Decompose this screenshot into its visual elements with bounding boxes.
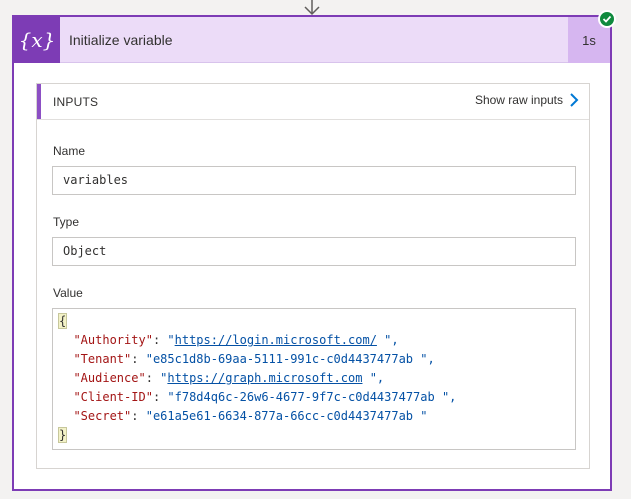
json-close-quote: ",	[413, 352, 435, 366]
json-open-brace: {	[57, 313, 68, 329]
json-key: "Client-ID"	[73, 390, 153, 404]
value-field[interactable]: { "Authority": "https://login.microsoft.…	[52, 308, 576, 450]
json-entry: "Secret": "e61a5e61-6634-877a-66cc-c0d44…	[59, 407, 569, 426]
inputs-title: INPUTS	[53, 95, 99, 109]
json-url-link[interactable]: https://graph.microsoft.com	[167, 371, 362, 385]
json-separator: :	[131, 352, 146, 366]
json-value: e85c1d8b-69aa-5111-991c-c0d4437477ab	[152, 352, 414, 366]
json-separator: :	[152, 390, 168, 404]
json-entry: "Audience": "https://graph.microsoft.com…	[59, 369, 569, 388]
json-close-quote: "	[413, 409, 428, 423]
json-entry: "Client-ID": "f78d4q6c-26w6-4677-9f7c-c0…	[59, 388, 569, 407]
json-open-quote: "	[145, 352, 153, 366]
success-check-icon	[598, 10, 616, 28]
flow-connector-arrow-icon	[304, 0, 320, 16]
name-label: Name	[53, 144, 86, 158]
action-card: {𝑥} Initialize variable 1s INPUTS Show r…	[12, 15, 612, 491]
type-field[interactable]: Object	[52, 237, 576, 266]
variable-icon: {𝑥}	[14, 17, 60, 63]
json-open-quote: "	[167, 390, 175, 404]
name-field[interactable]: variables	[52, 166, 576, 195]
action-title: Initialize variable	[69, 32, 173, 48]
json-key: "Authority"	[73, 333, 153, 347]
json-entries: "Authority": "https://login.microsoft.co…	[59, 331, 569, 426]
chevron-right-icon	[570, 93, 579, 107]
json-separator: :	[152, 333, 168, 347]
json-separator: :	[131, 409, 146, 423]
json-value: f78d4q6c-26w6-4677-9f7c-c0d4437477ab	[174, 390, 435, 404]
json-key: "Audience"	[73, 371, 146, 385]
json-close-quote: ",	[362, 371, 385, 385]
json-close-quote: ",	[376, 333, 399, 347]
show-raw-inputs-label: Show raw inputs	[474, 93, 563, 107]
json-open-quote: "	[167, 333, 175, 347]
action-header[interactable]: {𝑥} Initialize variable 1s	[14, 17, 610, 63]
inputs-panel: INPUTS Show raw inputs Name variables Ty…	[36, 83, 590, 469]
value-label: Value	[53, 286, 83, 300]
type-label: Type	[53, 215, 80, 229]
json-close-brace: }	[57, 427, 68, 443]
json-value: e61a5e61-6634-877a-66cc-c0d4437477ab	[152, 409, 414, 423]
json-open-quote: "	[145, 409, 153, 423]
json-entry: "Authority": "https://login.microsoft.co…	[59, 331, 569, 350]
json-separator: :	[145, 371, 161, 385]
inputs-panel-header: INPUTS Show raw inputs	[37, 84, 589, 120]
inputs-accent-bar	[37, 84, 41, 119]
show-raw-inputs-link[interactable]: Show raw inputs	[475, 92, 579, 108]
json-key: "Tenant"	[73, 352, 132, 366]
checkmark-icon	[602, 15, 612, 23]
json-close-quote: ",	[434, 390, 457, 404]
json-key: "Secret"	[73, 409, 132, 423]
json-entry: "Tenant": "e85c1d8b-69aa-5111-991c-c0d44…	[59, 350, 569, 369]
json-url-link[interactable]: https://login.microsoft.com/	[175, 333, 377, 347]
